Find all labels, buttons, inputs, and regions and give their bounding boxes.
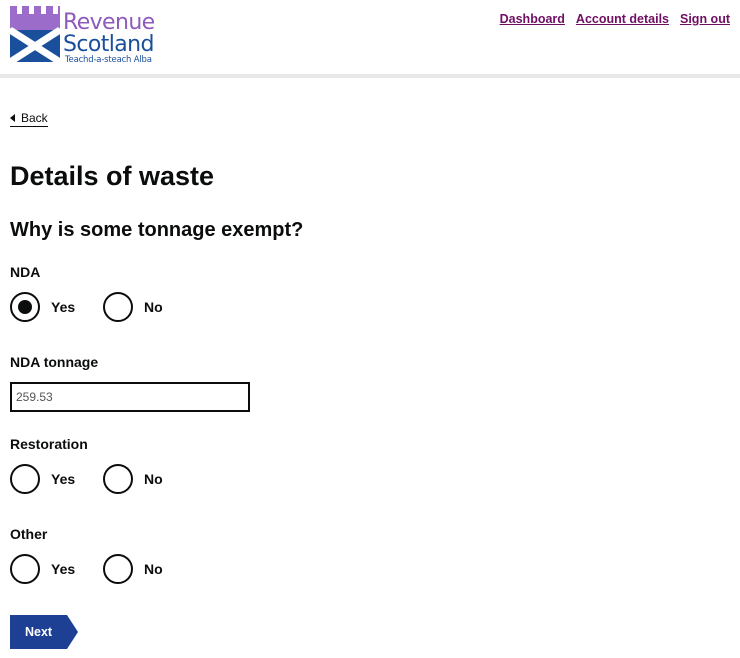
nda-radio-group: Yes No	[10, 292, 210, 322]
top-navigation: Dashboard Account details Sign out	[500, 12, 730, 26]
revenue-scotland-logo[interactable]: Revenue Scotland Teachd-a-steach Alba	[10, 6, 160, 66]
restoration-label: Restoration	[10, 436, 88, 452]
nda-no-radio[interactable]	[103, 292, 133, 322]
nav-link-account-details[interactable]: Account details	[576, 12, 669, 26]
nda-tonnage-label: NDA tonnage	[10, 354, 99, 370]
nda-yes-label[interactable]: Yes	[51, 298, 75, 316]
other-radio-group: Yes No	[10, 554, 210, 584]
restoration-yes-label[interactable]: Yes	[51, 470, 75, 488]
restoration-no-radio[interactable]	[103, 464, 133, 494]
logo-tagline: Teachd-a-steach Alba	[65, 55, 152, 65]
other-no-label[interactable]: No	[144, 560, 163, 578]
radio-selected-dot	[18, 300, 32, 314]
nda-label: NDA	[10, 264, 41, 280]
back-link-label: Back	[21, 111, 48, 125]
page-title: Details of waste	[10, 161, 215, 191]
back-link[interactable]: Back	[10, 111, 48, 127]
nav-link-sign-out[interactable]: Sign out	[680, 12, 730, 26]
restoration-yes-radio[interactable]	[10, 464, 40, 494]
nav-link-dashboard[interactable]: Dashboard	[500, 12, 565, 26]
header-divider	[0, 74, 740, 78]
logo-text-scotland: Scotland	[63, 32, 154, 57]
next-button[interactable]: Next	[10, 615, 78, 649]
restoration-no-label[interactable]: No	[144, 470, 163, 488]
other-yes-radio[interactable]	[10, 554, 40, 584]
other-no-radio[interactable]	[103, 554, 133, 584]
other-label: Other	[10, 526, 48, 542]
next-button-label: Next	[25, 625, 53, 639]
site-header: Revenue Scotland Teachd-a-steach Alba Da…	[0, 0, 740, 74]
restoration-radio-group: Yes No	[10, 464, 210, 494]
page-subtitle: Why is some tonnage exempt?	[10, 219, 304, 241]
nda-yes-radio[interactable]	[10, 292, 40, 322]
other-yes-label[interactable]: Yes	[51, 560, 75, 578]
triangle-left-icon	[10, 114, 15, 122]
castle-saltire-icon	[10, 6, 60, 62]
nda-no-label[interactable]: No	[144, 298, 163, 316]
logo-text-revenue: Revenue	[63, 10, 155, 35]
nda-tonnage-input[interactable]	[10, 382, 250, 412]
